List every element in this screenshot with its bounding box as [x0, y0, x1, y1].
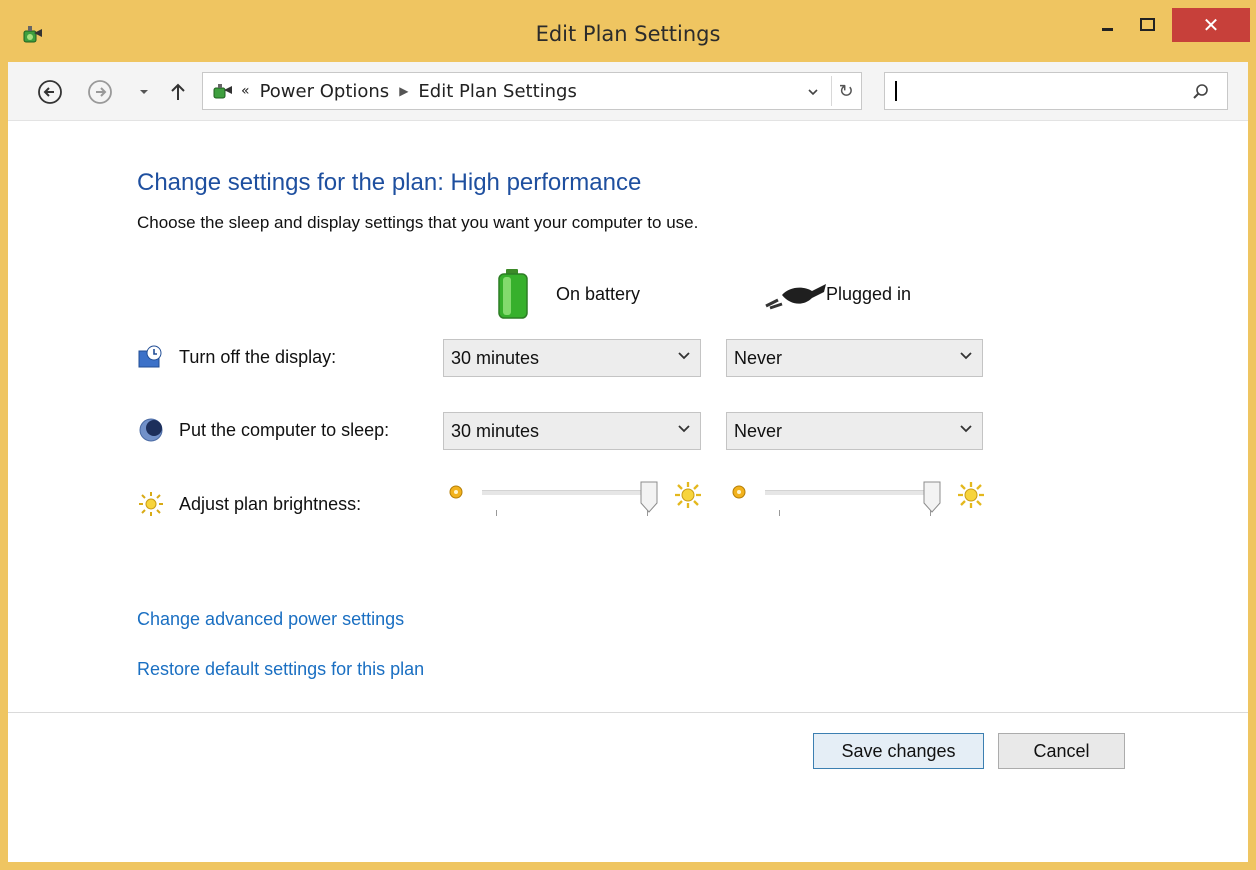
page-description: Choose the sleep and display settings th… [137, 213, 699, 232]
slider-tick [496, 510, 497, 516]
address-prefix: « [241, 83, 250, 99]
brightness-high-icon [674, 481, 702, 509]
forward-button[interactable] [86, 78, 114, 106]
page-title: Change settings for the plan: High perfo… [137, 169, 642, 196]
edit-plan-settings-window: Edit Plan Settings ✕ « Power Options ▶ E… [0, 0, 1256, 870]
close-button[interactable]: ✕ [1172, 8, 1250, 42]
chevron-down-icon [140, 90, 148, 94]
main-content: Change settings for the plan: High perfo… [8, 121, 1248, 862]
brightness-label: Adjust plan brightness: [179, 493, 362, 514]
display-off-plugged-in-value: Never [734, 348, 783, 368]
brightness-low-icon [446, 482, 466, 502]
plugged-in-label: Plugged in [826, 283, 912, 304]
up-arrow-icon [171, 83, 185, 100]
power-options-location-icon [211, 79, 235, 103]
turn-off-display-label: Turn off the display: [179, 346, 337, 367]
slider-thumb[interactable] [640, 481, 658, 513]
display-off-plugged-in-select[interactable]: Never [726, 339, 983, 377]
change-advanced-power-settings-link[interactable]: Change advanced power settings [137, 609, 404, 630]
display-clock-icon [137, 343, 165, 371]
breadcrumb-separator-icon[interactable]: ▶ [399, 84, 408, 98]
slider-thumb[interactable] [923, 481, 941, 513]
brightness-plugged-in-slider[interactable] [729, 481, 989, 527]
sleep-plugged-in-select[interactable]: Never [726, 412, 983, 450]
refresh-button[interactable]: ↻ [831, 76, 860, 106]
back-arrow-icon [38, 80, 62, 104]
on-battery-label: On battery [556, 283, 641, 304]
address-bar[interactable]: « Power Options ▶ Edit Plan Settings ↻ [202, 72, 862, 110]
sleep-on-battery-value: 30 minutes [451, 421, 540, 441]
breadcrumb-edit-plan-settings[interactable]: Edit Plan Settings [418, 81, 576, 102]
search-box[interactable] [884, 72, 1228, 110]
display-off-on-battery-select[interactable]: 30 minutes [443, 339, 701, 377]
chevron-down-icon [678, 352, 690, 360]
maximize-icon [1140, 18, 1155, 31]
brightness-on-battery-slider[interactable] [446, 481, 706, 527]
slider-tick [779, 510, 780, 516]
slider-track[interactable] [765, 490, 933, 495]
close-icon: ✕ [1202, 13, 1220, 37]
power-plug-icon [760, 276, 826, 312]
navigation-bar: « Power Options ▶ Edit Plan Settings ↻ [8, 62, 1248, 121]
brightness-row: Adjust plan brightness: [137, 484, 361, 524]
cancel-button[interactable]: Cancel [998, 733, 1125, 769]
search-icon[interactable] [1191, 82, 1211, 102]
minimize-button[interactable] [1090, 8, 1126, 42]
plugged-in-column-header: Plugged in [760, 269, 911, 319]
minimize-icon [1102, 28, 1113, 31]
battery-icon [496, 267, 532, 321]
back-button[interactable] [36, 78, 64, 106]
chevron-down-icon [960, 425, 972, 433]
footer-divider [8, 712, 1248, 713]
brightness-low-icon [729, 482, 749, 502]
forward-arrow-icon [88, 80, 112, 104]
turn-off-display-row: Turn off the display: [137, 337, 336, 377]
address-history-dropdown[interactable] [805, 84, 821, 100]
restore-default-settings-link[interactable]: Restore default settings for this plan [137, 659, 424, 680]
moon-icon [137, 416, 165, 444]
on-battery-column-header: On battery [496, 269, 640, 319]
sleep-row: Put the computer to sleep: [137, 410, 389, 450]
title-bar[interactable]: Edit Plan Settings ✕ [0, 0, 1256, 62]
refresh-icon: ↻ [838, 80, 854, 102]
brightness-sun-icon [137, 490, 165, 518]
breadcrumb-power-options[interactable]: Power Options [260, 81, 390, 102]
sleep-on-battery-select[interactable]: 30 minutes [443, 412, 701, 450]
brightness-high-icon [957, 481, 985, 509]
chevron-down-icon [808, 89, 818, 96]
text-caret [895, 81, 897, 101]
chevron-down-icon [960, 352, 972, 360]
sleep-label: Put the computer to sleep: [179, 419, 390, 440]
sleep-plugged-in-value: Never [734, 421, 783, 441]
slider-track[interactable] [482, 490, 650, 495]
display-off-on-battery-value: 30 minutes [451, 348, 540, 368]
window-title: Edit Plan Settings [535, 22, 721, 46]
maximize-button[interactable] [1130, 8, 1166, 42]
recent-locations-dropdown[interactable] [130, 78, 158, 106]
up-button[interactable] [164, 78, 192, 106]
save-changes-button[interactable]: Save changes [813, 733, 984, 769]
chevron-down-icon [678, 425, 690, 433]
